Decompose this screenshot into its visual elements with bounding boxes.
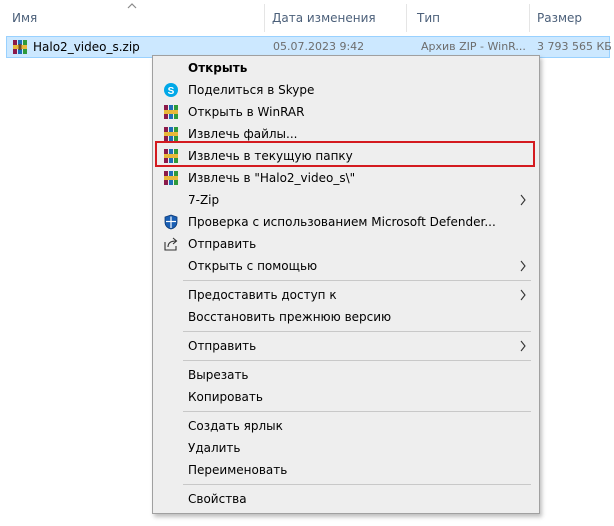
menu-item-properties[interactable]: Свойства [155,488,537,510]
menu-item-label: Открыть [188,61,248,75]
menu-item-label: Удалить [188,441,241,455]
chevron-right-icon [520,260,526,272]
menu-item-share-skype[interactable]: S Поделиться в Skype [155,79,537,101]
sort-ascending-icon [127,3,137,9]
winrar-archive-icon [13,40,27,54]
menu-item-open-winrar[interactable]: Открыть в WinRAR [155,101,537,123]
menu-item-label: Вырезать [188,368,249,382]
menu-item-open-with[interactable]: Открыть с помощью [155,255,537,277]
menu-item-label: Создать ярлык [188,419,283,433]
menu-item-label: Поделиться в Skype [188,83,315,97]
menu-item-extract-to-folder[interactable]: Извлечь в "Halo2_video_s\" [155,167,537,189]
menu-item-label: Проверка с использованием Microsoft Defe… [188,215,496,229]
column-divider[interactable] [264,4,265,32]
column-type-header[interactable]: Тип [411,0,529,36]
menu-item-open[interactable]: Открыть [155,57,537,79]
shield-icon [164,214,178,230]
skype-icon: S [164,83,178,97]
winrar-icon [164,105,178,119]
menu-separator [183,280,531,281]
menu-item-label: Отправить [188,237,257,251]
file-size: 3 793 565 КБ [537,40,612,53]
menu-item-label: Свойства [188,492,247,506]
menu-item-label: 7-Zip [188,193,220,207]
file-date: 05.07.2023 9:42 [273,40,365,53]
column-divider[interactable] [406,4,407,32]
menu-separator [183,360,531,361]
menu-item-label: Открыть в WinRAR [188,105,305,119]
menu-item-defender-scan[interactable]: Проверка с использованием Microsoft Defe… [155,211,537,233]
column-divider[interactable] [529,4,530,32]
menu-item-delete[interactable]: Удалить [155,437,537,459]
chevron-right-icon [520,289,526,301]
column-header-bar: Имя Дата изменения Тип Размер [0,0,614,36]
menu-separator [183,331,531,332]
menu-item-create-shortcut[interactable]: Создать ярлык [155,415,537,437]
winrar-icon [164,127,178,141]
menu-item-copy[interactable]: Копировать [155,386,537,408]
share-icon [164,237,178,251]
chevron-right-icon [520,194,526,206]
column-type-label: Тип [417,11,440,25]
menu-item-label: Предоставить доступ к [188,288,337,302]
menu-item-label: Переименовать [188,463,288,477]
context-menu: Открыть S Поделиться в Skype Открыть в W… [152,55,540,514]
menu-item-give-access[interactable]: Предоставить доступ к [155,284,537,306]
menu-separator [183,484,531,485]
menu-item-label: Восстановить прежнюю версию [188,310,392,324]
svg-text:S: S [168,86,175,97]
menu-separator [183,411,531,412]
chevron-right-icon [520,340,526,352]
menu-item-label: Открыть с помощью [188,259,318,273]
menu-item-share[interactable]: Отправить [155,233,537,255]
column-date-header[interactable]: Дата изменения [266,0,406,36]
file-type: Архив ZIP - WinR... [421,40,526,53]
column-name-label: Имя [12,11,38,25]
winrar-icon [164,171,178,185]
highlight-annotation-box [155,141,535,167]
menu-item-cut[interactable]: Вырезать [155,364,537,386]
menu-item-restore-version[interactable]: Восстановить прежнюю версию [155,306,537,328]
menu-item-7zip[interactable]: 7-Zip [155,189,537,211]
column-size-header[interactable]: Размер [531,0,614,36]
menu-item-label: Отправить [188,339,257,353]
column-size-label: Размер [537,11,583,25]
menu-item-send-to[interactable]: Отправить [155,335,537,357]
file-name: Halo2_video_s.zip [33,40,140,54]
menu-item-rename[interactable]: Переименовать [155,459,537,481]
menu-item-label: Копировать [188,390,263,404]
menu-item-label: Извлечь в "Halo2_video_s\" [188,171,356,185]
column-date-label: Дата изменения [272,11,376,25]
